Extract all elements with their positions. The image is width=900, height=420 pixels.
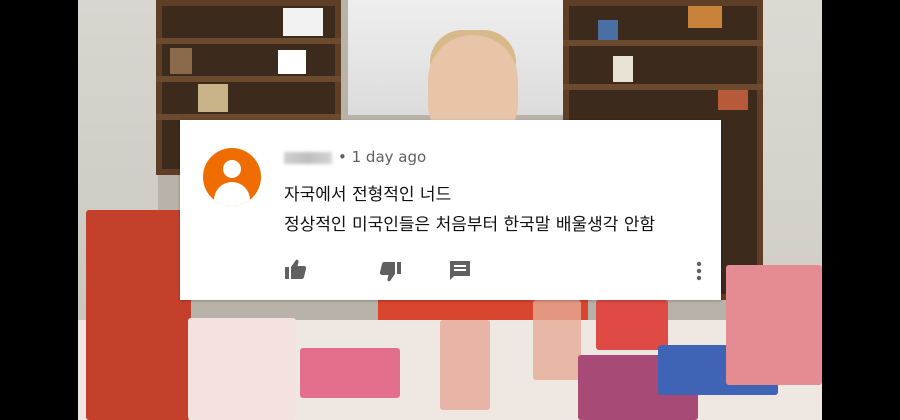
shelf [156,76,341,82]
fruit-bar-box [726,265,822,385]
comment-text-line: 자국에서 전형적인 너드 [284,185,452,205]
comment-text-line: 정상적인 미국인들은 처음부터 한국말 배울생각 안함 [284,215,656,235]
snack-box [188,318,296,420]
reply-comment-icon[interactable] [448,260,472,282]
shelf [563,40,763,46]
book [688,6,722,28]
snack-pack [440,320,490,410]
avatar-head-shape [223,160,241,178]
author-name-blurred[interactable] [284,152,332,164]
cereal-box [86,210,191,420]
book [170,48,192,74]
book [278,50,306,74]
avatar-body-shape [214,182,250,206]
book [198,84,228,112]
snack-pack [596,300,668,350]
book [613,56,633,82]
drink-glass [533,300,581,380]
book [598,20,618,40]
thumb-up-icon[interactable] [284,258,308,280]
snack-pack [300,348,400,398]
comment-card: • 1 day ago 자국에서 전형적인 너드 정상적인 미국인들은 처음부터… [180,120,721,300]
thumb-down-icon[interactable] [378,261,402,283]
shelf [156,38,341,44]
book [283,8,323,36]
more-vertical-icon[interactable] [694,260,704,282]
comment-timestamp: • 1 day ago [338,148,427,166]
user-avatar[interactable] [203,148,261,206]
book [718,90,748,110]
